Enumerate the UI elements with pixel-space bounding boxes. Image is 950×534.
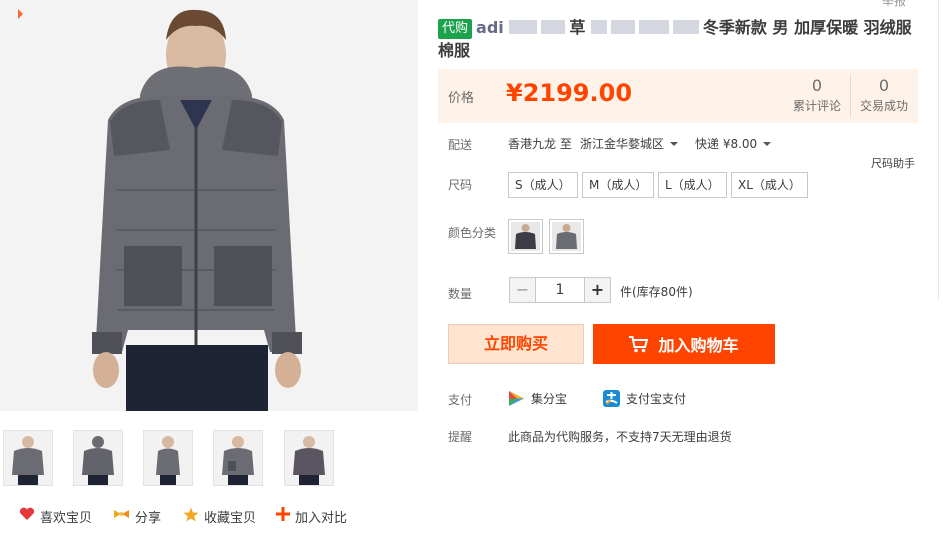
favorite-button[interactable]: 收藏宝贝 xyxy=(183,506,256,526)
reminder-label: 提醒 xyxy=(448,430,473,444)
shipping-label: 配送 xyxy=(448,138,473,152)
blurred-text xyxy=(509,20,538,34)
chevron-down-icon xyxy=(670,142,679,146)
payment-method-jifenbao: 集分宝 xyxy=(508,390,567,407)
jifenbao-icon xyxy=(508,390,525,407)
payment-method-alipay: 支付宝支付 xyxy=(603,390,686,407)
cart-icon xyxy=(629,335,649,353)
quantity-decrease-button[interactable]: − xyxy=(509,277,536,303)
favorite-label: 收藏宝贝 xyxy=(204,510,257,526)
buy-now-button[interactable]: 立即购买 xyxy=(448,324,584,364)
main-product-image[interactable] xyxy=(0,0,418,411)
like-item-button[interactable]: 喜欢宝贝 xyxy=(19,506,92,526)
size-label: 尺码 xyxy=(448,178,473,192)
size-helper-link[interactable]: 尺码助手 xyxy=(871,155,915,171)
chevron-down-icon xyxy=(763,142,772,146)
slide-indicator-arrow xyxy=(18,9,23,19)
share-icon xyxy=(113,507,130,525)
star-icon xyxy=(183,507,199,526)
shipping-from: 香港九龙 至 xyxy=(508,137,572,151)
blurred-text xyxy=(541,20,566,34)
add-compare-button[interactable]: 加入对比 xyxy=(276,506,347,526)
reminder-text: 此商品为代购服务，不支持7天无理由退货 xyxy=(508,430,732,444)
shipping-destination-select[interactable]: 浙江金华婺城区 xyxy=(580,135,679,152)
size-option-s[interactable]: S（成人） xyxy=(508,172,578,198)
payment-label: 支付 xyxy=(448,393,473,407)
size-option-m[interactable]: M（成人） xyxy=(582,172,655,198)
blurred-text xyxy=(638,20,669,34)
title-start: adi xyxy=(476,18,504,37)
product-title: 代购 adi 草 冬季新款 男 加厚保暖 羽绒服 棉服 xyxy=(438,16,928,62)
stat-divider xyxy=(850,74,851,118)
add-to-cart-button[interactable]: 加入购物车 xyxy=(593,324,775,364)
title-mid: 草 xyxy=(569,18,586,37)
color-label: 颜色分类 xyxy=(448,226,497,240)
color-swatch-1[interactable] xyxy=(508,219,543,254)
blurred-text xyxy=(672,20,699,34)
reviews-count: 0 xyxy=(811,76,823,95)
price-value: ¥2199.00 xyxy=(506,79,633,107)
deals-stat[interactable]: 0 交易成功 xyxy=(856,76,912,114)
jifenbao-label: 集分宝 xyxy=(531,392,568,406)
quantity-input[interactable]: 1 xyxy=(536,277,584,303)
plus-icon xyxy=(276,507,290,525)
price-panel: 价格 ¥2199.00 0 累计评论 0 交易成功 xyxy=(438,69,918,123)
thumbnail-1[interactable] xyxy=(3,430,53,486)
deals-count: 0 xyxy=(878,76,890,95)
share-button[interactable]: 分享 xyxy=(113,506,161,526)
shipping-destination: 浙江金华婺城区 xyxy=(580,137,665,151)
share-label: 分享 xyxy=(135,510,162,526)
blurred-text xyxy=(610,20,635,34)
quantity-increase-button[interactable]: + xyxy=(584,277,611,303)
right-divider xyxy=(938,0,939,300)
like-label: 喜欢宝贝 xyxy=(40,510,93,526)
quantity-label: 数量 xyxy=(448,287,473,301)
report-link[interactable]: 举报 xyxy=(882,0,906,9)
compare-label: 加入对比 xyxy=(295,510,348,526)
thumbnail-4[interactable] xyxy=(213,430,263,486)
add-to-cart-label: 加入购物车 xyxy=(658,336,739,355)
shipping-method-select[interactable]: 快递 ¥8.00 xyxy=(695,135,772,152)
size-option-xl[interactable]: XL（成人） xyxy=(731,172,808,198)
daigou-tag: 代购 xyxy=(438,19,473,39)
size-option-l[interactable]: L（成人） xyxy=(658,172,727,198)
shipping-method: 快递 ¥8.00 xyxy=(695,137,758,151)
thumbnail-5[interactable] xyxy=(284,430,334,486)
alipay-label: 支付宝支付 xyxy=(626,392,687,406)
stock-info: 件(库存80件) xyxy=(620,285,693,299)
reviews-stat[interactable]: 0 累计评论 xyxy=(790,76,844,114)
deals-label: 交易成功 xyxy=(859,99,908,113)
price-label: 价格 xyxy=(448,91,475,106)
color-swatch-2[interactable] xyxy=(549,219,584,254)
reviews-label: 累计评论 xyxy=(792,99,841,113)
heart-icon xyxy=(19,507,35,525)
thumbnail-2[interactable] xyxy=(73,430,123,486)
thumbnail-3[interactable] xyxy=(143,430,193,486)
blurred-text xyxy=(590,20,607,34)
jacket-photo xyxy=(0,0,418,411)
alipay-icon xyxy=(603,390,620,407)
